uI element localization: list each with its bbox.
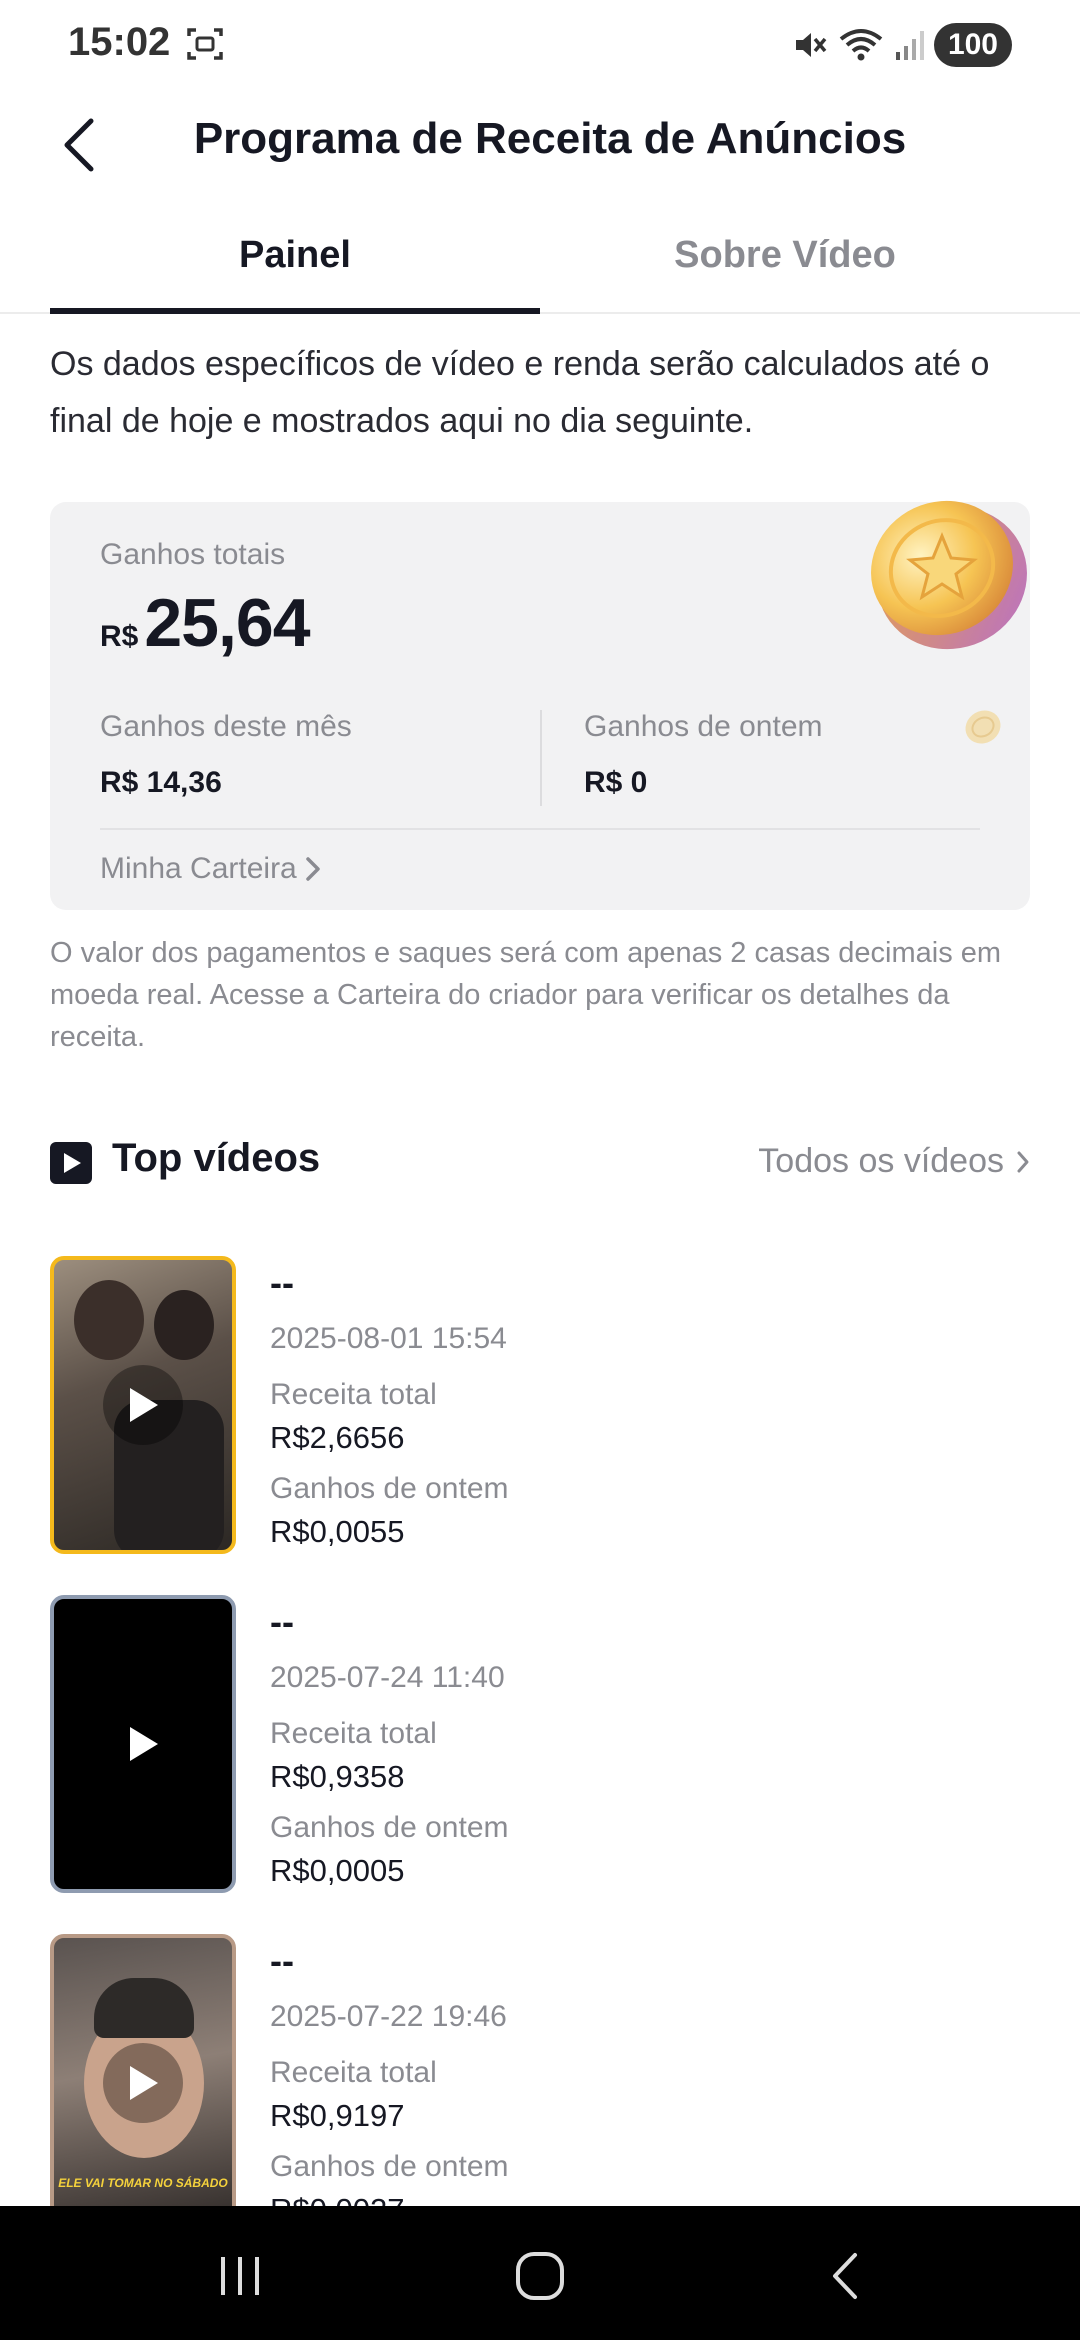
video-date: 2025-07-22 19:46 [270,2000,507,2033]
back-icon [833,2253,857,2299]
total-revenue-value: R$0,9197 [270,2098,405,2133]
video-thumbnail[interactable] [50,1595,236,1893]
wifi-icon [838,27,884,63]
play-icon [103,1365,183,1445]
play-icon [103,2043,183,2123]
video-play-icon [50,1142,92,1184]
thumbnail-figure [154,1290,214,1360]
total-earnings-value: 25,64 [144,585,310,661]
month-earnings-label: Ganhos deste mês [100,710,352,743]
total-earnings: R$ 25,64 [100,584,311,662]
top-videos-header: Top vídeos Todos os vídeos [50,1136,1030,1192]
video-date: 2025-07-24 11:40 [270,1661,505,1694]
video-thumbnail[interactable]: ELE VAI TOMAR NO SÁBADO [50,1934,236,2232]
back-nav-button[interactable] [814,2246,874,2306]
video-thumbnail[interactable] [50,1256,236,1554]
video-title: -- [270,1940,294,1981]
recent-apps-button[interactable] [210,2246,270,2306]
thumbnail-figure [94,1978,194,2038]
divider [100,828,980,830]
small-coin-icon [965,710,1001,744]
recent-apps-icon [221,2257,259,2295]
video-item[interactable]: -- 2025-08-01 15:54 Receita total R$2,66… [50,1256,1030,1556]
home-icon [516,2252,564,2300]
page-title: Programa de Receita de Anúncios [193,114,907,163]
my-wallet-link[interactable]: Minha Carteira [100,852,321,886]
earnings-card: Ganhos totais R$ 25,64 Ganhos deste mês … [50,500,1030,910]
total-revenue-label: Receita total [270,2056,437,2089]
screenshot-icon [186,26,224,62]
battery-icon: 100 [933,23,1012,67]
tab-painel[interactable]: Painel [50,234,540,277]
yesterday-earnings: Ganhos de ontem R$ 0 [584,710,823,800]
currency-symbol: R$ [100,620,139,653]
total-revenue-label: Receita total [270,1717,437,1750]
signal-icon [894,28,924,62]
all-videos-label: Todos os vídeos [758,1142,1004,1180]
home-button[interactable] [510,2246,570,2306]
video-item[interactable]: -- 2025-07-24 11:40 Receita total R$0,93… [50,1595,1030,1895]
total-revenue-value: R$0,9358 [270,1759,405,1794]
yesterday-earnings-label: Ganhos de ontem [584,710,823,743]
thumbnail-caption: ELE VAI TOMAR NO SÁBADO [58,2176,228,2190]
yesterday-earnings-label: Ganhos de ontem [270,1472,509,1505]
system-nav-bar [0,2206,1080,2340]
payout-note: O valor dos pagamentos e saques será com… [50,937,1002,1053]
play-icon [103,1704,183,1784]
video-title: -- [270,1262,294,1303]
total-revenue-value: R$2,6656 [270,1420,405,1455]
month-earnings: Ganhos deste mês R$ 14,36 [100,710,352,800]
header: Programa de Receita de Anúncios [0,100,1080,190]
video-item[interactable]: ELE VAI TOMAR NO SÁBADO -- 2025-07-22 19… [50,1934,1030,2234]
total-earnings-label: Ganhos totais [100,538,286,571]
active-tab-indicator [50,308,540,314]
thumbnail-figure [74,1280,144,1360]
yesterday-earnings-value: R$0,0005 [270,1853,405,1888]
video-title: -- [270,1601,294,1642]
status-bar: 15:02 100 [0,0,1080,90]
video-date: 2025-08-01 15:54 [270,1322,507,1355]
divider [540,710,542,806]
status-time: 15:02 [68,20,171,64]
intro-text: Os dados específicos de vídeo e renda se… [50,345,990,440]
yesterday-earnings-value: R$ 0 [584,766,648,799]
yesterday-earnings-value: R$0,0055 [270,1514,405,1549]
tab-sobre-video[interactable]: Sobre Vídeo [540,234,1030,277]
tab-bar: Painel Sobre Vídeo [0,210,1080,314]
month-earnings-value: R$ 14,36 [100,766,222,799]
all-videos-link[interactable]: Todos os vídeos [758,1142,1030,1181]
coin-icon [871,500,1027,650]
yesterday-earnings-label: Ganhos de ontem [270,1811,509,1844]
chevron-right-icon [306,857,320,881]
my-wallet-label: Minha Carteira [100,852,297,885]
yesterday-earnings-label: Ganhos de ontem [270,2150,509,2183]
top-videos-title: Top vídeos [112,1136,321,1180]
total-revenue-label: Receita total [270,1378,437,1411]
mute-icon [792,27,828,63]
chevron-right-icon [1017,1151,1029,1172]
